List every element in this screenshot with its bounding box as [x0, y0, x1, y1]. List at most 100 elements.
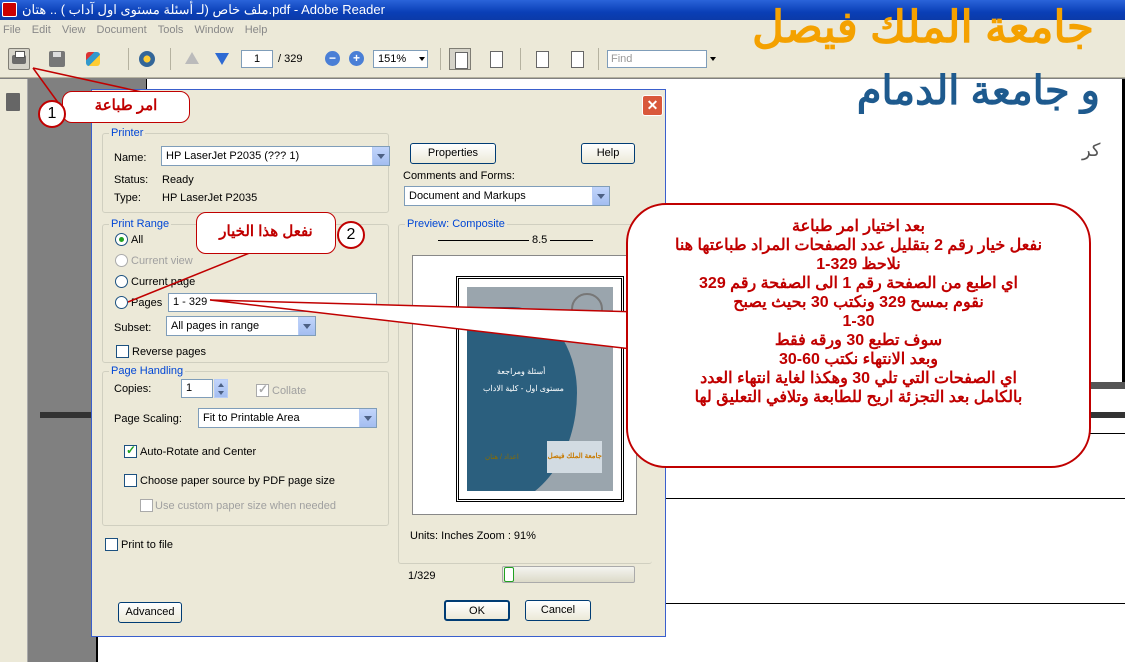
- subset-label: Subset:: [114, 322, 152, 334]
- cover-author: اعداد / هتان: [485, 454, 519, 461]
- cover-title: أسئلة ومراجعة: [497, 367, 546, 376]
- comments-forms-label: Comments and Forms:: [403, 170, 515, 182]
- choose-paper-source-checkbox[interactable]: [124, 474, 137, 487]
- width-dimension: 8.5: [529, 234, 551, 246]
- menu-window[interactable]: Window: [192, 20, 239, 40]
- type-value: HP LaserJet P2035: [162, 192, 258, 204]
- preview-page-slider[interactable]: [502, 566, 635, 583]
- copies-input[interactable]: 1: [181, 379, 213, 398]
- menu-help[interactable]: Help: [242, 20, 273, 40]
- single-page-icon[interactable]: [531, 48, 553, 70]
- choose-paper-source-label: Choose paper source by PDF page size: [140, 475, 336, 487]
- status-value: Ready: [162, 174, 194, 186]
- callout-line: نلاحظ 329-1: [816, 256, 901, 273]
- pages-label: Pages: [131, 297, 163, 309]
- settings-icon[interactable]: [136, 48, 158, 70]
- preview-page: أسئلة ومراجعة مستوى اول - كلية الاداب اع…: [456, 276, 624, 502]
- menu-document[interactable]: Document: [94, 20, 152, 40]
- reverse-pages-checkbox[interactable]: [116, 345, 129, 358]
- preview-cover-image: أسئلة ومراجعة مستوى اول - كلية الاداب اع…: [467, 287, 613, 491]
- chevron-down-icon: [298, 317, 315, 335]
- zoom-select[interactable]: 151%: [373, 50, 428, 68]
- callout-line: سوف تطبع 30 ورقه فقط: [774, 332, 943, 349]
- collate-label: Collate: [272, 385, 307, 397]
- save-icon[interactable]: [46, 48, 68, 70]
- print-dialog: ✕ Printer Name: HP LaserJet P2035 (??? 1…: [91, 89, 666, 637]
- ok-button[interactable]: OK: [444, 600, 510, 621]
- print-to-file-label: Print to file: [121, 539, 173, 551]
- next-page-icon[interactable]: [211, 48, 233, 70]
- advanced-button[interactable]: Advanced: [118, 602, 182, 623]
- copies-label: Copies:: [114, 383, 152, 395]
- current-view-label: Current view: [131, 255, 193, 267]
- page-number-input[interactable]: 1: [241, 50, 273, 68]
- step-marker-1: 1: [38, 100, 66, 128]
- print-command-callout: امر طباعة: [62, 91, 190, 123]
- pages-icon[interactable]: [6, 93, 20, 111]
- menu-file[interactable]: File: [0, 20, 26, 40]
- chevron-down-icon: [592, 187, 609, 205]
- print-to-file-checkbox[interactable]: [105, 538, 118, 551]
- slider-thumb[interactable]: [504, 567, 514, 582]
- reverse-pages-label: Reverse pages: [132, 346, 206, 358]
- document-banner-text: جامعة الملك فيصل: [752, 3, 1094, 52]
- custom-paper-size-checkbox: [140, 499, 153, 512]
- group-title: Printer: [109, 127, 146, 139]
- callout-line: بعد اختيار امر طباعة: [792, 218, 925, 235]
- page-scaling-value: Fit to Printable Area: [203, 412, 300, 424]
- menu-edit[interactable]: Edit: [29, 20, 56, 40]
- toolbar-separator: [520, 48, 521, 70]
- pages-range-input[interactable]: 1 - 329: [168, 293, 377, 312]
- page-rule: [666, 498, 1125, 499]
- adobe-reader-icon: [2, 2, 17, 17]
- print-icon[interactable]: [8, 48, 30, 70]
- copies-stepper[interactable]: [214, 379, 228, 398]
- callout-line: نفعل خيار رقم 2 بتقليل عدد الصفحات المرا…: [674, 237, 1043, 254]
- properties-button[interactable]: Properties: [410, 143, 496, 164]
- chevron-down-icon[interactable]: [710, 57, 716, 61]
- help-button[interactable]: Help: [581, 143, 635, 164]
- zoom-out-icon[interactable]: −: [325, 51, 340, 66]
- toolbar-separator: [440, 48, 441, 70]
- toolbar-separator: [598, 48, 599, 70]
- page-scaling-select[interactable]: Fit to Printable Area: [198, 408, 377, 428]
- width-dimension-line: [438, 240, 593, 241]
- previous-page-icon[interactable]: [181, 48, 203, 70]
- auto-rotate-checkbox[interactable]: [124, 443, 137, 458]
- callout-line: اي اطبع من الصفحة رقم 1 الى الصفحة رقم 3…: [699, 275, 1018, 292]
- fit-window-icon[interactable]: [485, 48, 507, 70]
- step-marker-2: 2: [337, 221, 365, 249]
- pages-radio[interactable]: [115, 296, 128, 309]
- callout-line: اي الصفحات التي تلي 30 وهكذا لغاية انتها…: [700, 370, 1017, 387]
- all-pages-radio[interactable]: [115, 233, 128, 246]
- print-preview: أسئلة ومراجعة مستوى اول - كلية الاداب اع…: [412, 255, 637, 515]
- printer-name-select[interactable]: HP LaserJet P2035 (??? 1): [161, 146, 390, 166]
- cancel-button[interactable]: Cancel: [525, 600, 591, 621]
- zoom-in-icon[interactable]: +: [349, 51, 364, 66]
- units-zoom-readout: Units: Inches Zoom : 91%: [410, 530, 536, 542]
- menu-view[interactable]: View: [59, 20, 91, 40]
- menu-tools[interactable]: Tools: [155, 20, 189, 40]
- toolbar-separator: [170, 48, 171, 70]
- comments-forms-select[interactable]: Document and Markups: [404, 186, 610, 206]
- auto-rotate-label: Auto-Rotate and Center: [140, 446, 257, 458]
- document-banner-text: و جامعة الدمام: [856, 69, 1100, 113]
- callout-line: 1-30: [842, 313, 875, 330]
- comments-forms-value: Document and Markups: [409, 190, 526, 202]
- continuous-page-icon[interactable]: [566, 48, 588, 70]
- fit-page-icon[interactable]: [449, 48, 471, 70]
- close-icon[interactable]: ✕: [642, 95, 663, 116]
- current-view-radio: [115, 254, 128, 267]
- callout-line: بالكامل بعد التجزئة اريح للطابعة وتلافي …: [694, 389, 1023, 406]
- printer-name-value: HP LaserJet P2035 (??? 1): [166, 150, 300, 162]
- university-logo: جامعة الملك فيصل: [547, 441, 602, 473]
- instructions-callout: بعد اختيار امر طباعة نفعل خيار رقم 2 بتق…: [626, 203, 1091, 468]
- page-border: [96, 637, 97, 662]
- group-title: Preview: Composite: [405, 218, 507, 230]
- name-label: Name:: [114, 152, 147, 164]
- navigation-pane: [0, 79, 28, 662]
- create-pdf-icon[interactable]: [82, 48, 104, 70]
- find-input[interactable]: Find: [607, 50, 707, 68]
- current-page-radio[interactable]: [115, 275, 128, 288]
- subset-select[interactable]: All pages in range: [166, 316, 316, 336]
